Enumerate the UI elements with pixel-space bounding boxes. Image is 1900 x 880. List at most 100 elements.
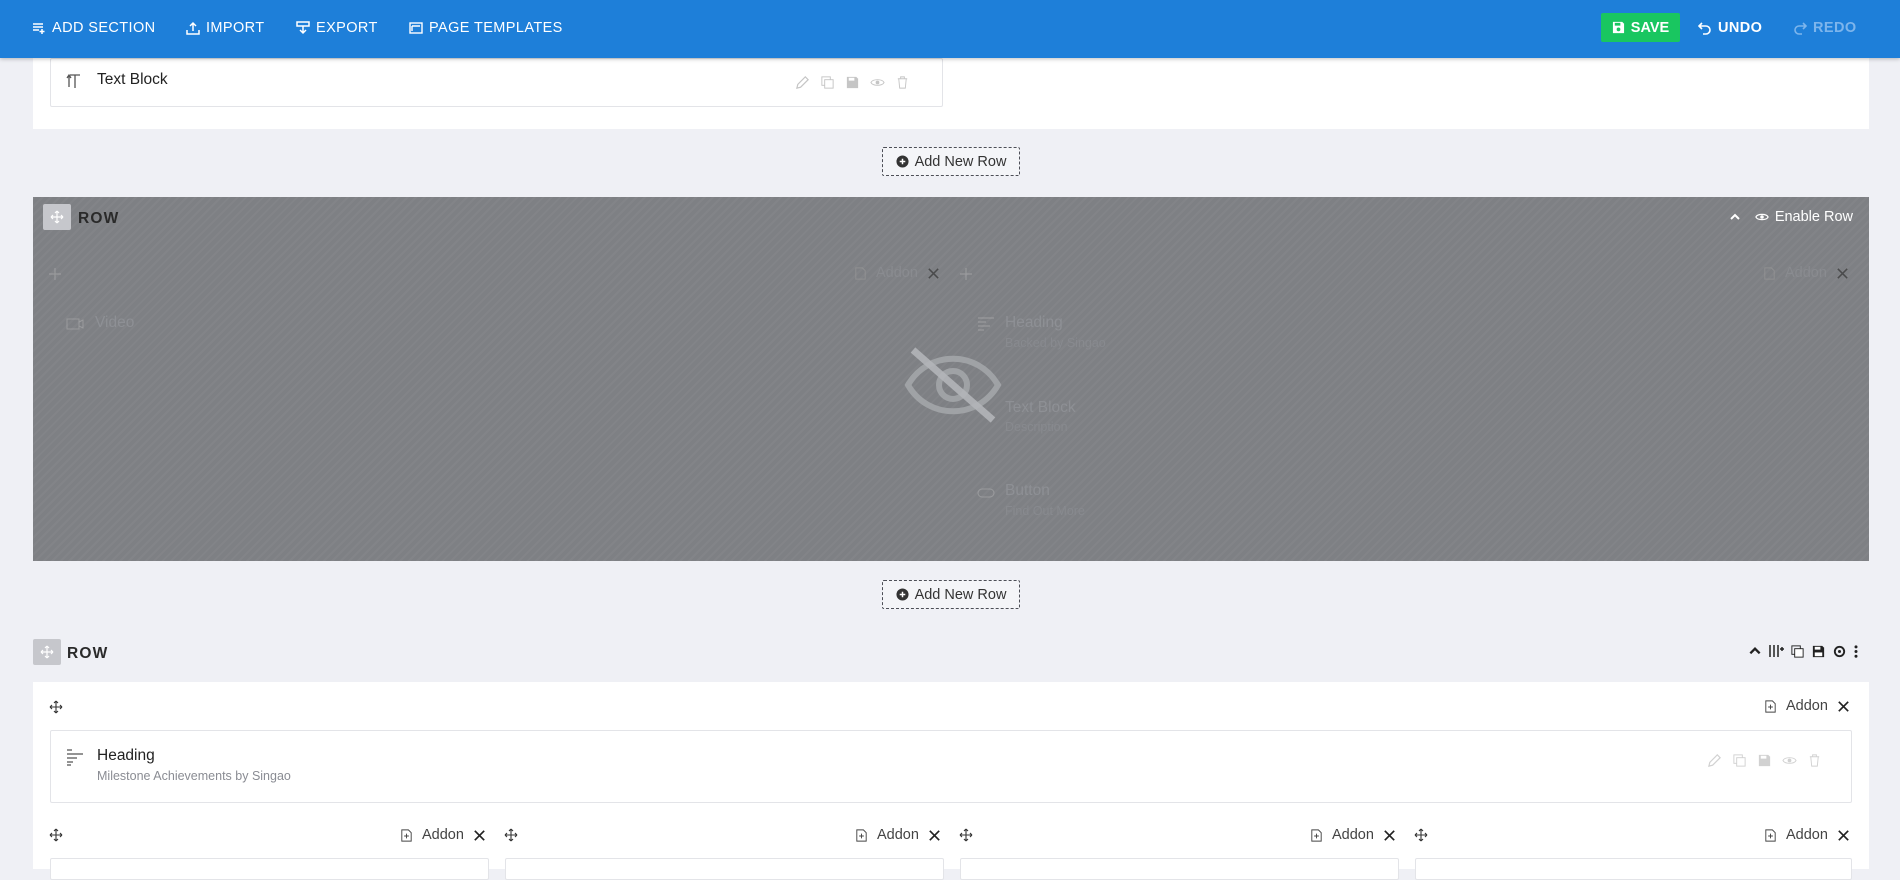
redo-icon xyxy=(1794,21,1807,35)
edit-icon[interactable] xyxy=(1707,753,1722,768)
column-addon-card[interactable] xyxy=(960,858,1399,880)
edit-icon[interactable] xyxy=(795,75,810,90)
undo-button[interactable]: UNDO xyxy=(1698,0,1762,55)
import-label: IMPORT xyxy=(206,19,265,36)
column-addon-card[interactable] xyxy=(50,858,489,880)
add-new-row-label: Add New Row xyxy=(914,586,1007,603)
enable-row-label: Enable Row xyxy=(1774,209,1853,225)
tools-icon[interactable] xyxy=(927,828,942,843)
row-actions xyxy=(1748,643,1859,659)
row-move-handle[interactable] xyxy=(43,204,71,230)
trash-icon[interactable] xyxy=(1807,753,1822,768)
heading-icon xyxy=(67,749,83,766)
redo-label: REDO xyxy=(1813,19,1857,36)
move-icon[interactable] xyxy=(959,828,973,842)
tools-icon xyxy=(1837,267,1848,279)
gear-icon[interactable] xyxy=(1832,644,1847,659)
addon-label[interactable]: Addon xyxy=(1786,827,1828,843)
more-vertical-icon[interactable] xyxy=(1853,644,1859,659)
chevron-up-icon[interactable] xyxy=(1748,644,1762,658)
save-icon xyxy=(1612,21,1624,34)
save-addon-icon[interactable] xyxy=(845,75,860,90)
move-icon[interactable] xyxy=(49,700,63,714)
addon-title: Button xyxy=(1005,482,1050,499)
save-button[interactable]: SAVE xyxy=(1601,13,1680,42)
add-addon-icon[interactable] xyxy=(399,828,414,843)
tools-icon[interactable] xyxy=(1382,828,1397,843)
plus-circle-icon xyxy=(896,588,909,601)
add-new-row-button[interactable]: Add New Row xyxy=(882,147,1020,176)
add-new-row-button[interactable]: Add New Row xyxy=(882,580,1020,609)
plus-circle-icon xyxy=(896,155,909,168)
addon-label[interactable]: Addon xyxy=(877,827,919,843)
video-icon xyxy=(66,318,84,330)
addon-title: Heading xyxy=(97,747,155,764)
tools-icon[interactable] xyxy=(472,828,487,843)
addon-subtitle: Find Out More xyxy=(1005,504,1085,518)
button-icon xyxy=(977,488,995,498)
move-icon xyxy=(40,645,54,659)
row-move-handle[interactable] xyxy=(33,639,61,665)
addon-actions xyxy=(1707,753,1822,768)
tools-icon xyxy=(928,267,939,279)
trash-icon[interactable] xyxy=(895,75,910,90)
import-button[interactable]: IMPORT xyxy=(186,0,265,55)
add-addon-icon[interactable] xyxy=(854,828,869,843)
export-label: EXPORT xyxy=(316,19,378,36)
save-icon[interactable] xyxy=(1811,644,1826,659)
addon-title: Text Block xyxy=(97,71,168,88)
top-row-column: Text Block xyxy=(33,58,1869,129)
disabled-row: ROW Enable Row Addon Addon Video Heading… xyxy=(33,197,1869,561)
tools-icon[interactable] xyxy=(1836,828,1851,843)
move-icon[interactable] xyxy=(1414,828,1428,842)
duplicate-icon[interactable] xyxy=(1732,753,1747,768)
column-addon-card[interactable] xyxy=(1415,858,1852,880)
column-tools: Addon xyxy=(1762,265,1850,281)
addon-label[interactable]: Addon xyxy=(1786,698,1828,714)
add-new-row-label: Add New Row xyxy=(914,153,1007,170)
eye-icon xyxy=(1755,213,1769,221)
undo-icon xyxy=(1698,21,1711,35)
eye-icon[interactable] xyxy=(870,75,885,90)
export-button[interactable]: EXPORT xyxy=(296,0,378,55)
addon-subtitle: Backed by Singao xyxy=(1005,336,1106,350)
text-block-addon[interactable]: Text Block xyxy=(50,58,943,107)
import-icon xyxy=(186,21,200,35)
addon-title: Video xyxy=(95,314,135,331)
addon-label[interactable]: Addon xyxy=(1332,827,1374,843)
save-addon-icon[interactable] xyxy=(1757,753,1772,768)
addon-subtitle: Description xyxy=(1005,420,1068,434)
duplicate-icon[interactable] xyxy=(820,75,835,90)
row-label: ROW xyxy=(67,645,109,662)
duplicate-icon[interactable] xyxy=(1790,644,1805,659)
column-addon-card[interactable] xyxy=(505,858,944,880)
page-templates-button[interactable]: PAGE TEMPLATES xyxy=(409,0,563,55)
column-tools: Addon xyxy=(854,827,942,843)
add-addon-icon[interactable] xyxy=(1309,828,1324,843)
add-addon-icon[interactable] xyxy=(1763,828,1778,843)
add-addon-icon xyxy=(855,266,866,280)
builder-toolbar: ADD SECTION IMPORT EXPORT PAGE TEMPLATES… xyxy=(0,0,1900,58)
add-section-button[interactable]: ADD SECTION xyxy=(32,0,156,55)
tools-icon[interactable] xyxy=(1836,699,1851,714)
bottom-row-body: Addon Heading Milestone Achievements by … xyxy=(33,682,1869,880)
eye-icon[interactable] xyxy=(1782,753,1797,768)
column-tools: Addon xyxy=(1763,827,1851,843)
chevron-up-icon[interactable] xyxy=(1729,211,1741,223)
redo-button[interactable]: REDO xyxy=(1793,0,1857,55)
column-tools: Addon xyxy=(853,265,941,281)
eye-slash-icon xyxy=(904,347,1002,423)
add-addon-icon[interactable] xyxy=(1763,699,1778,714)
enable-row-button[interactable]: Enable Row xyxy=(1729,209,1853,225)
column-tools: Addon xyxy=(399,827,487,843)
move-icon[interactable] xyxy=(504,828,518,842)
addon-title: Text Block xyxy=(1005,399,1076,416)
add-section-icon xyxy=(33,22,45,34)
addon-label[interactable]: Addon xyxy=(422,827,464,843)
heading-icon xyxy=(978,317,994,331)
move-icon xyxy=(49,268,61,280)
move-icon[interactable] xyxy=(49,828,63,842)
columns-icon[interactable] xyxy=(1768,643,1784,659)
heading-addon[interactable]: Heading Milestone Achievements by Singao xyxy=(50,730,1852,803)
addon-label: Addon xyxy=(876,265,918,281)
